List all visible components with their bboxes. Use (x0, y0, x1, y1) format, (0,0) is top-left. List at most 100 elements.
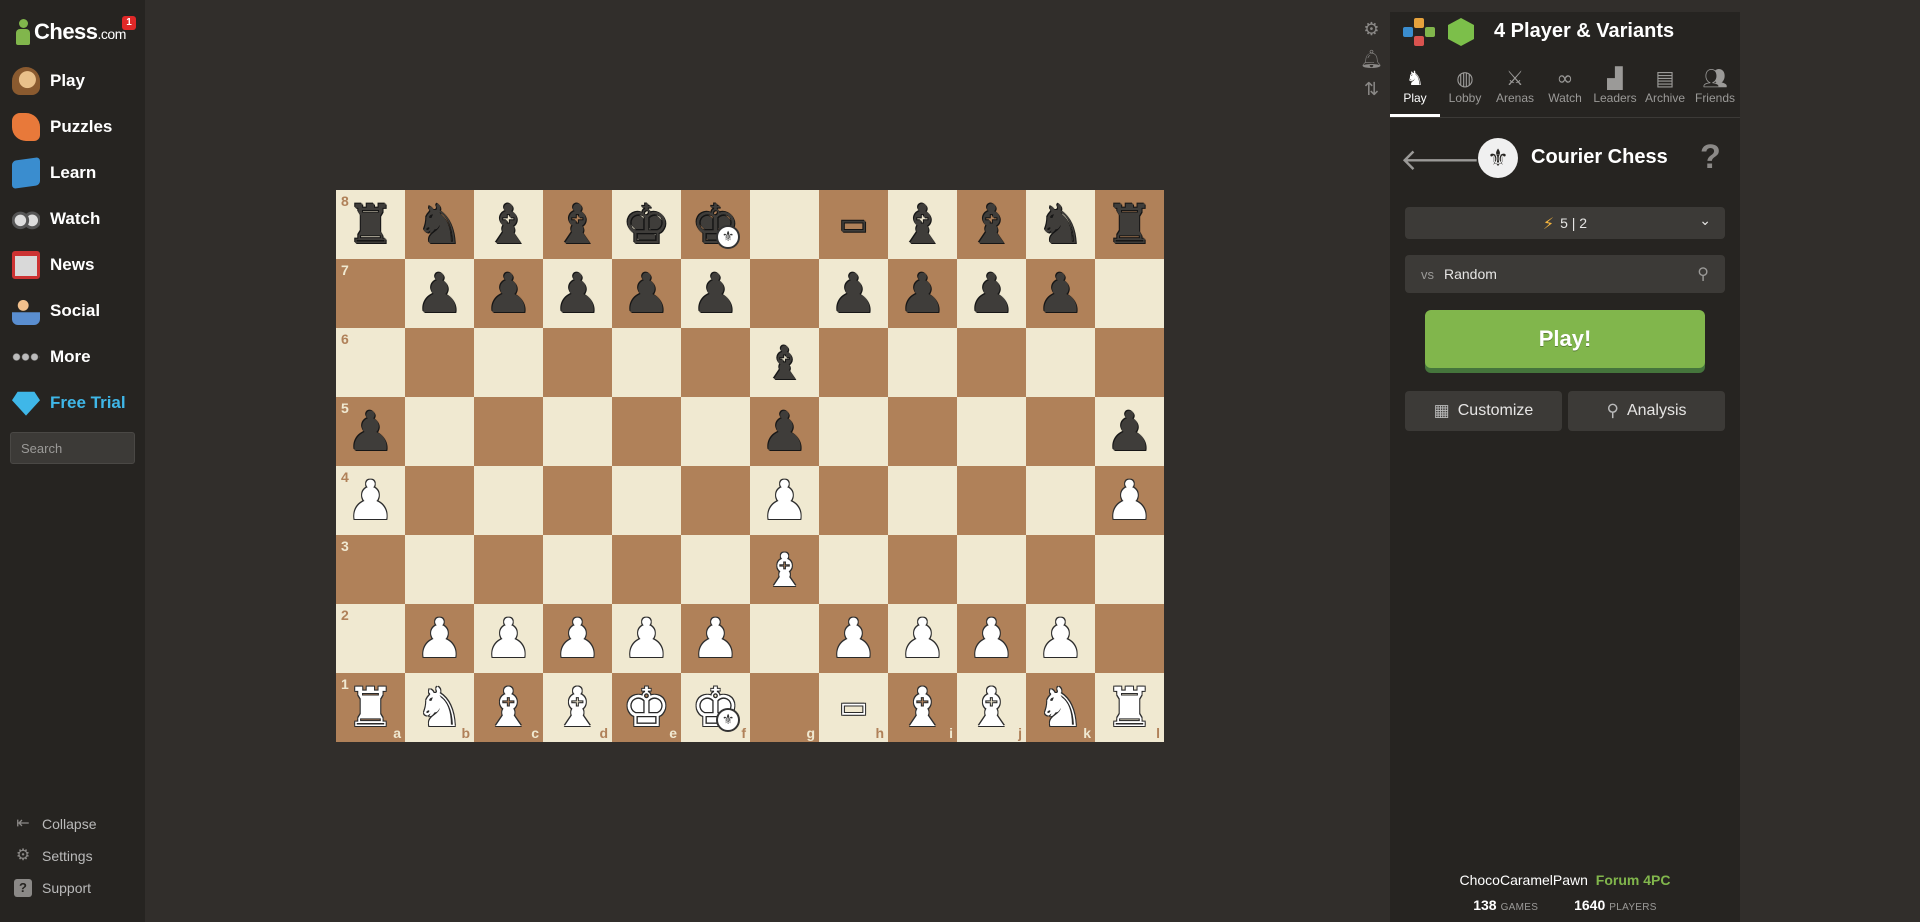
white-pawn-piece[interactable]: ♟ (760, 473, 808, 528)
black-king-piece[interactable]: ♚ (622, 197, 670, 252)
square-j4[interactable] (957, 466, 1026, 535)
square-c2[interactable]: ♟ (474, 604, 543, 673)
black-rook-piece[interactable]: ♜ (1105, 197, 1153, 252)
square-j7[interactable]: ♟ (957, 259, 1026, 328)
square-d2[interactable]: ♟ (543, 604, 612, 673)
square-f3[interactable] (681, 535, 750, 604)
square-a7[interactable]: 7 (336, 259, 405, 328)
square-a5[interactable]: 5 ♟ (336, 397, 405, 466)
square-g7[interactable] (750, 259, 819, 328)
square-e2[interactable]: ♟ (612, 604, 681, 673)
square-h1[interactable]: h ▭ (819, 673, 888, 742)
square-j1[interactable]: j ♝ (957, 673, 1026, 742)
square-f2[interactable]: ♟ (681, 604, 750, 673)
square-i7[interactable]: ♟ (888, 259, 957, 328)
square-e7[interactable]: ♟ (612, 259, 681, 328)
square-b5[interactable] (405, 397, 474, 466)
bell-icon[interactable]: 🔔︎ (1354, 44, 1389, 74)
settings-button[interactable]: ⚙ Settings (0, 840, 145, 872)
white-pawn-piece[interactable]: ♟ (691, 611, 739, 666)
black-pawn-piece[interactable]: ♟ (829, 266, 877, 321)
square-l8[interactable]: ♜ (1095, 190, 1164, 259)
time-control-select[interactable]: ⚡ 5 | 2 ⌄ (1405, 207, 1725, 239)
black-man-piece[interactable]: ▭ (839, 209, 867, 240)
square-d1[interactable]: d ♝ (543, 673, 612, 742)
square-k7[interactable]: ♟ (1026, 259, 1095, 328)
user-search-icon[interactable]: ⚲ (1697, 264, 1709, 283)
square-l4[interactable]: ♟ (1095, 466, 1164, 535)
square-h4[interactable] (819, 466, 888, 535)
white-pawn-piece[interactable]: ♟ (622, 611, 670, 666)
tab-friends[interactable]: 👥︎ Friends (1690, 60, 1740, 117)
square-l6[interactable] (1095, 328, 1164, 397)
square-b8[interactable]: ♞ (405, 190, 474, 259)
square-l2[interactable] (1095, 604, 1164, 673)
white-pawn-piece[interactable]: ♟ (1105, 473, 1153, 528)
analysis-button[interactable]: ⚲ Analysis (1568, 391, 1725, 431)
tab-archive[interactable]: ▤ Archive (1640, 60, 1690, 117)
white-pawn-piece[interactable]: ♟ (346, 473, 394, 528)
square-h5[interactable] (819, 397, 888, 466)
square-a6[interactable]: 6 (336, 328, 405, 397)
square-i4[interactable] (888, 466, 957, 535)
white-pawn-piece[interactable]: ♟ (829, 611, 877, 666)
square-d5[interactable] (543, 397, 612, 466)
back-arrow-icon[interactable]: 🡐 (1400, 142, 1480, 178)
square-j8[interactable]: ♝ (957, 190, 1026, 259)
square-e1[interactable]: e ♚ (612, 673, 681, 742)
square-h8[interactable]: ▭ (819, 190, 888, 259)
square-k6[interactable] (1026, 328, 1095, 397)
square-i2[interactable]: ♟ (888, 604, 957, 673)
black-ferz-piece[interactable]: ♝ (764, 340, 805, 386)
square-l3[interactable] (1095, 535, 1164, 604)
square-a1[interactable]: 1 a ♜ (336, 673, 405, 742)
square-a3[interactable]: 3 (336, 535, 405, 604)
collapse-button[interactable]: ⇤ Collapse (0, 808, 145, 840)
black-knight-piece[interactable]: ♞ (415, 197, 463, 252)
white-pawn-piece[interactable]: ♟ (967, 611, 1015, 666)
help-button[interactable]: ? (1700, 138, 1721, 177)
black-pawn-piece[interactable]: ♟ (415, 266, 463, 321)
black-bishop-piece[interactable]: ♝ (967, 197, 1015, 252)
square-k8[interactable]: ♞ (1026, 190, 1095, 259)
black-pawn-piece[interactable]: ♟ (1036, 266, 1084, 321)
white-pawn-piece[interactable]: ♟ (1036, 611, 1084, 666)
chess-com-logo[interactable]: Chess.com (14, 14, 126, 50)
square-e8[interactable]: ♚ (612, 190, 681, 259)
square-l1[interactable]: l ♜ (1095, 673, 1164, 742)
square-g2[interactable] (750, 604, 819, 673)
square-f8[interactable]: ♚ ⚜ (681, 190, 750, 259)
square-f1[interactable]: f ♚ ⚜ (681, 673, 750, 742)
square-h3[interactable] (819, 535, 888, 604)
square-f4[interactable] (681, 466, 750, 535)
square-l5[interactable]: ♟ (1095, 397, 1164, 466)
black-pawn-piece[interactable]: ♟ (484, 266, 532, 321)
square-b6[interactable] (405, 328, 474, 397)
square-l7[interactable] (1095, 259, 1164, 328)
white-pawn-piece[interactable]: ♟ (553, 611, 601, 666)
square-j2[interactable]: ♟ (957, 604, 1026, 673)
support-button[interactable]: ? Support (0, 872, 145, 904)
customize-button[interactable]: ▦ Customize (1405, 391, 1562, 431)
square-c7[interactable]: ♟ (474, 259, 543, 328)
black-pawn-piece[interactable]: ♟ (691, 266, 739, 321)
tab-lobby[interactable]: ◍ Lobby (1440, 60, 1490, 117)
opponent-select[interactable]: vs Random ⚲ (1405, 255, 1725, 293)
white-ferz-piece[interactable]: ♝ (764, 547, 805, 593)
white-pawn-piece[interactable]: ♟ (484, 611, 532, 666)
white-pawn-piece[interactable]: ♟ (898, 611, 946, 666)
nav-item-watch[interactable]: Watch (0, 196, 145, 242)
black-pawn-piece[interactable]: ♟ (553, 266, 601, 321)
nav-item-learn[interactable]: Learn (0, 150, 145, 196)
black-bishop-piece[interactable]: ♝ (898, 197, 946, 252)
square-e3[interactable] (612, 535, 681, 604)
square-f5[interactable] (681, 397, 750, 466)
square-b3[interactable] (405, 535, 474, 604)
square-b1[interactable]: b ♞ (405, 673, 474, 742)
square-i6[interactable] (888, 328, 957, 397)
square-h2[interactable]: ♟ (819, 604, 888, 673)
notification-badge[interactable]: 1 (122, 16, 136, 30)
white-man-piece[interactable]: ▭ (839, 692, 867, 723)
square-a2[interactable]: 2 (336, 604, 405, 673)
nav-item-puzzles[interactable]: Puzzles (0, 104, 145, 150)
